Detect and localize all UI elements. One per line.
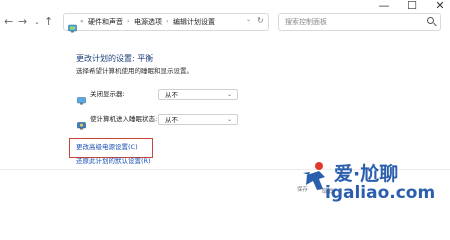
close-button[interactable]: ✕ [428, 0, 450, 12]
breadcrumb-hardware-sound[interactable]: 硬件和声音 [88, 17, 123, 27]
minimize-button[interactable]: — [372, 0, 396, 12]
search-placeholder: 搜索控制面板 [285, 18, 327, 26]
page-title: 更改计划的设置: 平衡 [76, 54, 154, 63]
watermark-brand: 爱·尬聊 [334, 163, 399, 185]
sleep-label: 使计算机进入睡眠状态: [90, 115, 158, 123]
search-box[interactable]: 搜索控制面板 [278, 13, 441, 31]
advanced-power-settings-link[interactable]: 更改高级电源设置(C) [76, 143, 138, 152]
sleep-select[interactable]: 从不 ⌄ [158, 114, 238, 125]
turn-off-display-label: 关闭显示器: [90, 90, 125, 98]
restore-defaults-link[interactable]: 还原此计划的默认设置(R) [76, 157, 151, 166]
breadcrumb-separator[interactable]: › [127, 17, 129, 27]
breadcrumb-power-options[interactable]: 电源选项 [134, 17, 162, 27]
watermark-url: igaliao.com [325, 183, 436, 203]
turn-off-display-select[interactable]: 从不 ⌄ [158, 89, 238, 100]
chevron-down-icon: ⌄ [226, 116, 232, 123]
sleep-value: 从不 [165, 116, 178, 124]
display-icon [77, 90, 86, 105]
maximize-button[interactable]: ☐ [400, 0, 424, 12]
forward-button[interactable]: → [18, 16, 27, 28]
sleep-icon [77, 115, 86, 130]
up-button[interactable]: ↑ [44, 16, 53, 28]
refresh-icon[interactable]: ↻ [257, 16, 264, 26]
chevron-down-icon: ⌄ [226, 91, 232, 98]
address-bar[interactable]: « 硬件和声音 › 电源选项 › 编辑计划设置 ⌄ ↻ [63, 13, 269, 33]
control-panel-icon [68, 18, 77, 33]
page-description: 选择希望计算机使用的睡眠和显示设置。 [76, 67, 193, 75]
search-icon[interactable] [427, 17, 434, 24]
breadcrumb-separator[interactable]: › [166, 17, 168, 27]
turn-off-display-value: 从不 [165, 91, 178, 99]
recent-locations-button[interactable]: ⌄ [34, 16, 40, 28]
breadcrumb-edit-plan: 编辑计划设置 [173, 18, 215, 26]
breadcrumb-overflow[interactable]: « [80, 17, 84, 27]
address-dropdown-icon[interactable]: ⌄ [246, 15, 251, 25]
back-button[interactable]: ← [4, 16, 13, 28]
